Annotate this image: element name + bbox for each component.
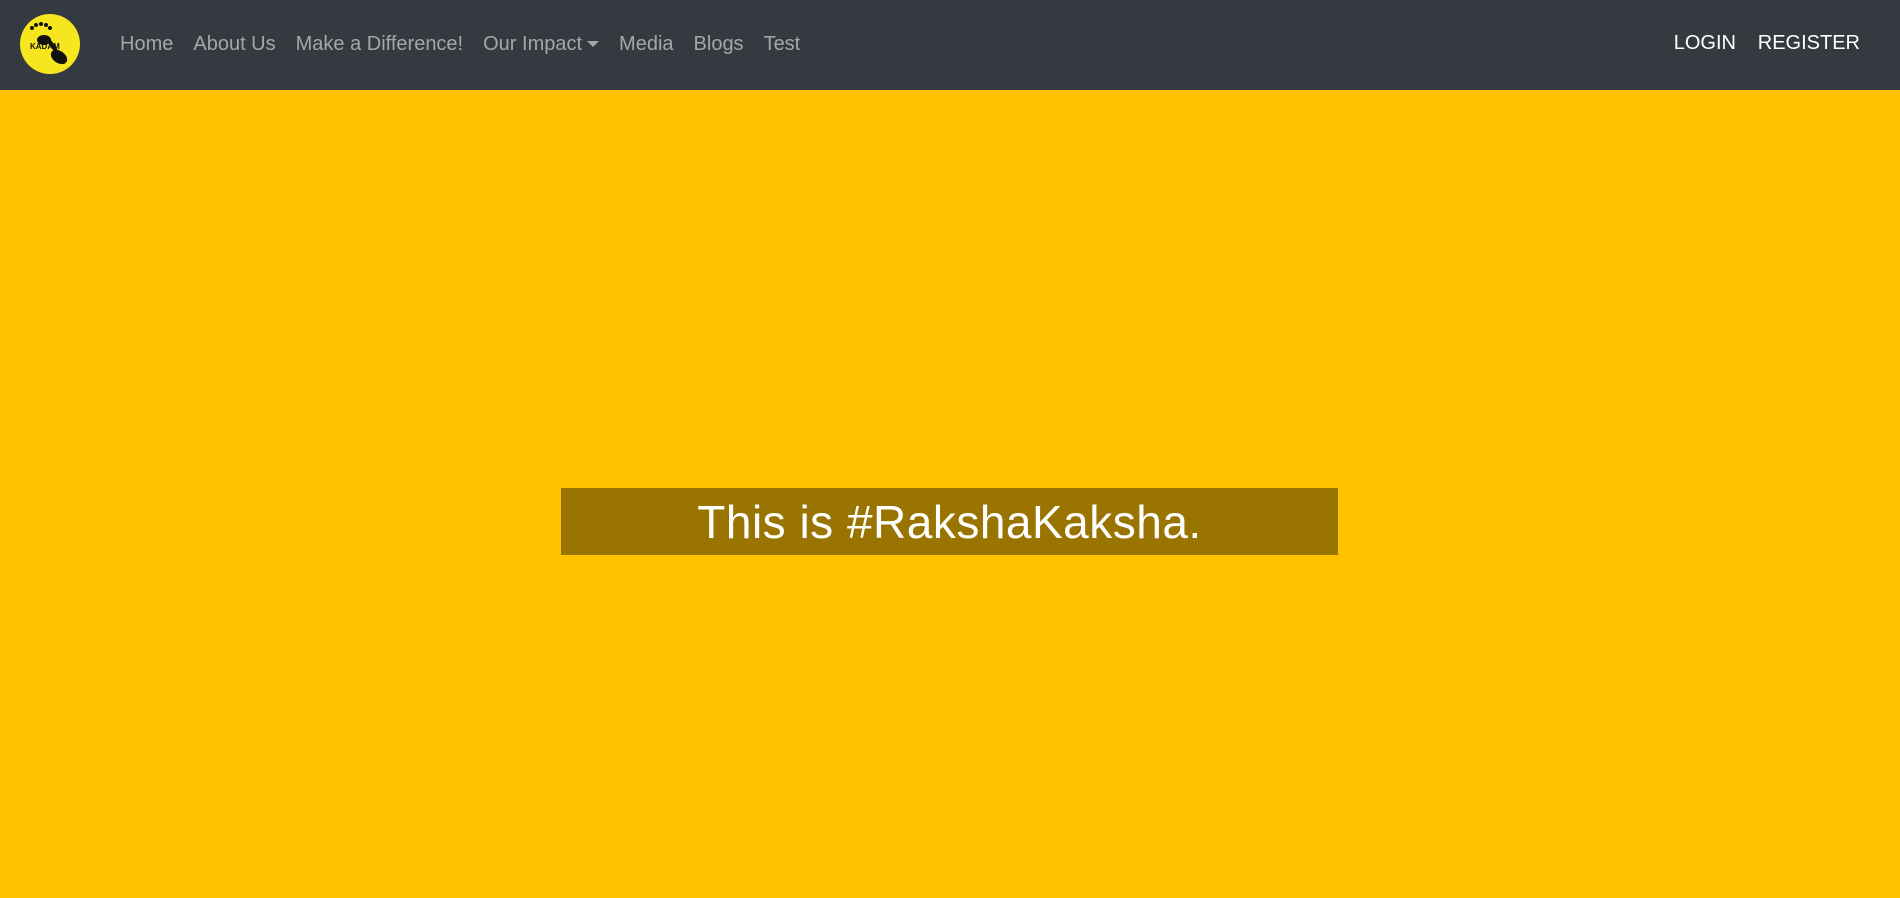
nav-make-a-difference-label: Make a Difference!	[295, 32, 464, 55]
footprint-icon: KADAM	[30, 22, 68, 65]
login-link[interactable]: LOGIN	[1674, 0, 1736, 86]
nav-about-us-label: About Us	[193, 32, 276, 55]
hero-banner: This is #RakshaKaksha.	[561, 488, 1338, 555]
nav-test-label: Test	[763, 32, 801, 55]
page: KADAM Home About Us Make a Difference! O…	[0, 0, 1900, 898]
brand-logo[interactable]: KADAM	[20, 14, 80, 74]
nav-media-label: Media	[619, 32, 674, 55]
nav-test[interactable]: Test	[754, 33, 811, 56]
logo-text: KADAM	[30, 42, 60, 51]
nav-blogs-label: Blogs	[693, 32, 744, 55]
nav-our-impact-label: Our Impact	[483, 32, 583, 55]
nav-home[interactable]: Home	[110, 33, 183, 56]
nav-blogs[interactable]: Blogs	[684, 33, 754, 56]
register-link[interactable]: REGISTER	[1758, 0, 1860, 86]
nav-our-impact-dropdown[interactable]: Our Impact	[473, 33, 609, 56]
nav-about-us[interactable]: About Us	[183, 33, 285, 56]
nav-home-label: Home	[120, 32, 174, 55]
nav-make-a-difference[interactable]: Make a Difference!	[286, 33, 474, 56]
top-navbar: KADAM Home About Us Make a Difference! O…	[0, 0, 1900, 90]
nav-links: Home About Us Make a Difference! Our Imp…	[110, 0, 810, 88]
nav-media[interactable]: Media	[609, 33, 683, 56]
caret-down-icon	[587, 41, 600, 47]
hero-headline: This is #RakshaKaksha.	[697, 495, 1202, 548]
